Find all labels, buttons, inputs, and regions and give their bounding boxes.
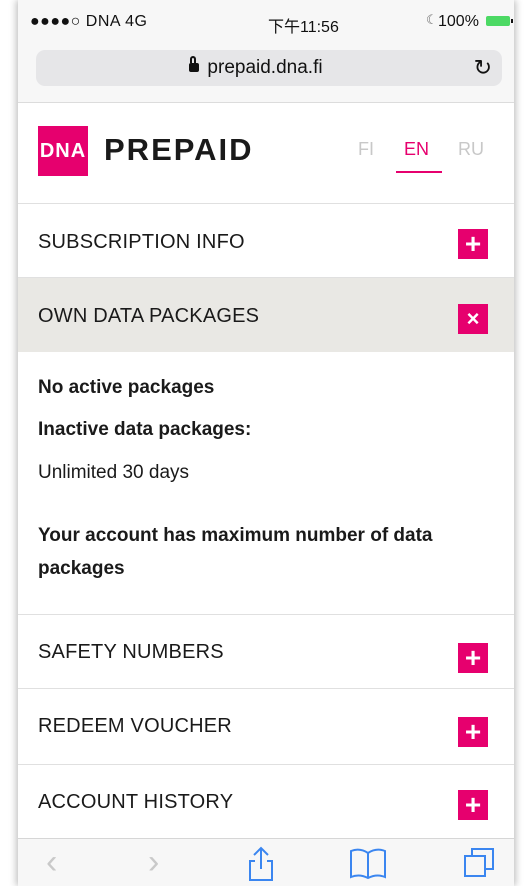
inactive-packages-heading: Inactive data packages: bbox=[38, 419, 252, 440]
active-lang-underline bbox=[396, 171, 442, 173]
battery-percent: 100% bbox=[438, 13, 479, 30]
section-account-history[interactable]: ACCOUNT HISTORY + bbox=[18, 764, 514, 839]
moon-icon: ☾ bbox=[426, 12, 438, 27]
site-header: DNA PREPAID FI EN RU bbox=[18, 103, 514, 203]
expand-plus-icon[interactable]: + bbox=[458, 229, 488, 259]
lock-icon bbox=[189, 56, 200, 72]
lang-ru[interactable]: RU bbox=[458, 139, 484, 160]
expand-plus-icon[interactable]: + bbox=[458, 643, 488, 673]
browser-address-area: prepaid.dna.fi ↻ bbox=[18, 36, 514, 103]
status-bar: ●●●●○ DNA 4G 下午11:56 ☾ 100% bbox=[18, 0, 514, 36]
battery-icon bbox=[486, 16, 513, 26]
data-packages-panel: No active packages Inactive data package… bbox=[18, 352, 514, 614]
url-text: prepaid.dna.fi bbox=[207, 57, 323, 78]
section-label: SAFETY NUMBERS bbox=[38, 641, 224, 663]
forward-icon[interactable]: › bbox=[148, 845, 159, 879]
lang-en[interactable]: EN bbox=[404, 139, 429, 160]
section-label: OWN DATA PACKAGES bbox=[38, 305, 260, 327]
section-redeem-voucher[interactable]: REDEEM VOUCHER + bbox=[18, 688, 514, 765]
expand-plus-icon[interactable]: + bbox=[458, 790, 488, 820]
clock: 下午11:56 bbox=[268, 19, 339, 36]
section-label: SUBSCRIPTION INFO bbox=[38, 231, 245, 253]
section-label: REDEEM VOUCHER bbox=[38, 715, 232, 737]
bookmarks-icon[interactable] bbox=[348, 845, 388, 886]
reload-icon[interactable]: ↻ bbox=[474, 55, 492, 81]
section-label: ACCOUNT HISTORY bbox=[38, 791, 234, 813]
no-active-packages: No active packages bbox=[38, 377, 215, 398]
max-packages-notice: Your account has maximum number of data bbox=[38, 525, 433, 546]
url-display[interactable]: prepaid.dna.fi bbox=[36, 56, 476, 79]
tabs-icon[interactable] bbox=[462, 845, 498, 886]
section-own-data-packages[interactable]: OWN DATA PACKAGES × bbox=[18, 277, 514, 353]
lang-fi[interactable]: FI bbox=[358, 139, 374, 160]
max-packages-notice-cont: packages bbox=[38, 558, 125, 579]
address-bar[interactable]: prepaid.dna.fi ↻ bbox=[36, 50, 502, 86]
back-icon[interactable]: ‹ bbox=[46, 845, 57, 879]
expand-plus-icon[interactable]: + bbox=[458, 717, 488, 747]
browser-toolbar: ‹ › bbox=[18, 838, 514, 886]
dna-logo[interactable]: DNA bbox=[38, 126, 88, 176]
inactive-package-item: Unlimited 30 days bbox=[38, 462, 190, 483]
carrier-signal: ●●●●○ DNA 4G bbox=[30, 13, 148, 30]
phone-screen: ●●●●○ DNA 4G 下午11:56 ☾ 100% prepaid.dna.… bbox=[18, 0, 514, 886]
share-icon[interactable] bbox=[244, 845, 278, 886]
section-subscription-info[interactable]: SUBSCRIPTION INFO + bbox=[18, 203, 514, 278]
section-safety-numbers[interactable]: SAFETY NUMBERS + bbox=[18, 614, 514, 689]
collapse-close-icon[interactable]: × bbox=[458, 304, 488, 334]
brand-title: PREPAID bbox=[104, 132, 254, 167]
